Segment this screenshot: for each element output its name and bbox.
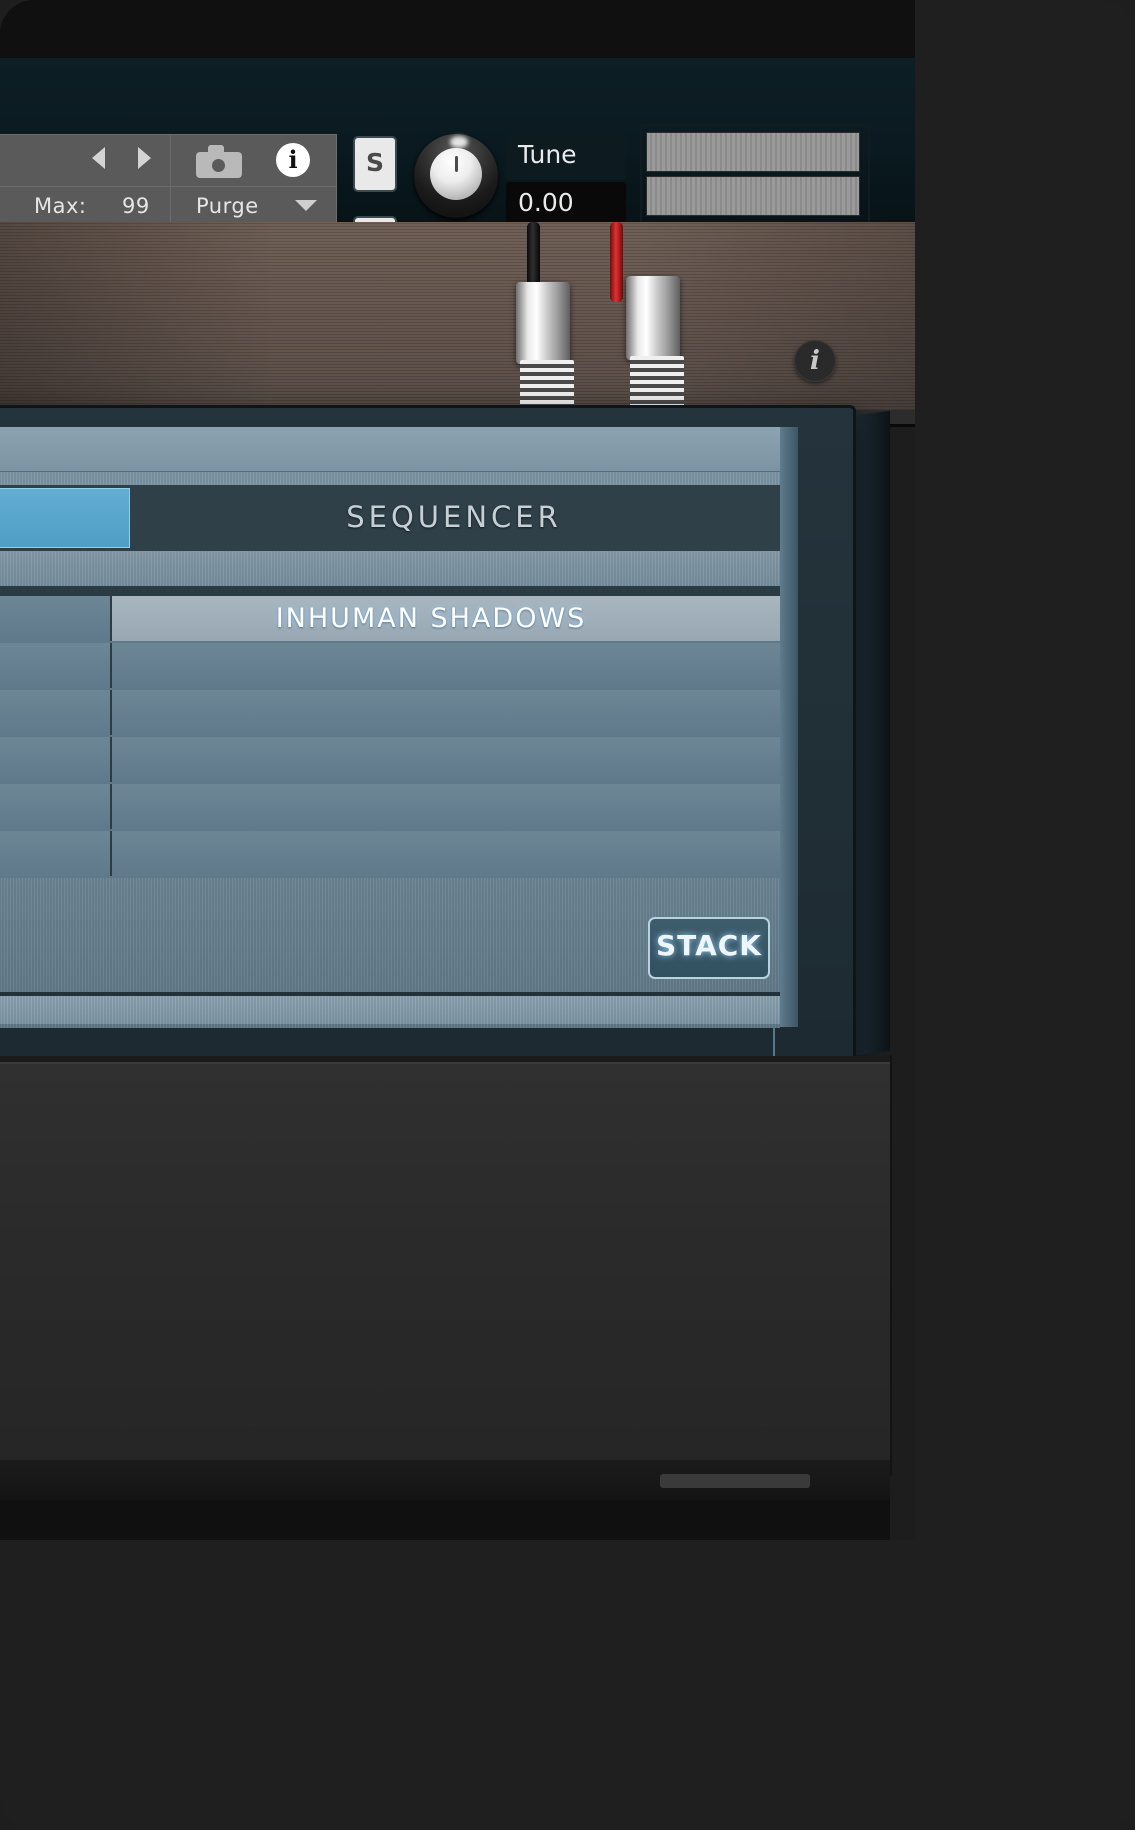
tune-label: Tune xyxy=(518,140,577,169)
row-index-cell xyxy=(0,690,112,735)
row-name-cell[interactable] xyxy=(112,737,780,782)
row-name xyxy=(112,831,750,876)
sequencer-list: INHUMAN SHADOWS xyxy=(0,596,780,880)
next-preset-button[interactable] xyxy=(138,147,164,173)
lower-bottom-handle[interactable] xyxy=(660,1474,810,1488)
prev-preset-button[interactable] xyxy=(92,147,118,173)
stack-button[interactable]: STACK xyxy=(648,917,770,979)
left-arrow-icon xyxy=(92,147,105,169)
row-name xyxy=(112,690,750,735)
row-name xyxy=(112,737,750,782)
row-name xyxy=(112,784,750,829)
sequencer-subrail xyxy=(0,551,780,591)
screenshot-root: i Max: 99 55.18 MB Purge S M Tune 0.00 xyxy=(0,0,1135,1830)
tune-value: 0.00 xyxy=(518,188,574,217)
row-name-cell[interactable]: INHUMAN SHADOWS xyxy=(112,596,780,641)
table-row[interactable] xyxy=(0,643,780,692)
max-label: Max: xyxy=(34,194,87,218)
table-row[interactable] xyxy=(0,831,780,880)
max-value: 99 xyxy=(122,194,150,218)
snapshot-camera-button[interactable] xyxy=(196,144,242,178)
row-name: INHUMAN SHADOWS xyxy=(275,603,587,634)
row-name-cell[interactable] xyxy=(112,784,780,829)
plug-left-barrel xyxy=(516,282,570,364)
tune-knob[interactable] xyxy=(414,134,498,218)
sequencer-bottom-rail xyxy=(0,996,780,1024)
purge-label: Purge xyxy=(196,194,259,218)
row-index-cell xyxy=(0,831,112,876)
rack-wood-shading xyxy=(0,222,915,422)
row-name-cell[interactable] xyxy=(112,643,780,688)
solo-button[interactable]: S xyxy=(353,136,397,192)
rack-info-button[interactable]: i xyxy=(794,340,836,382)
sequencer-title: SEQUENCER xyxy=(346,500,562,534)
row-index-cell xyxy=(0,643,112,688)
output-meter-frame xyxy=(640,124,870,226)
purge-dropdown-button[interactable] xyxy=(295,200,317,214)
plug-right-thread xyxy=(630,356,684,412)
table-row[interactable] xyxy=(0,784,780,833)
cable-red xyxy=(610,222,623,302)
row-index-cell xyxy=(0,784,112,829)
info-icon: i xyxy=(288,145,298,174)
sequencer-top-rail xyxy=(0,427,780,472)
row-name-cell[interactable] xyxy=(112,690,780,735)
plug-right-barrel xyxy=(626,276,680,360)
background-right xyxy=(915,0,1135,1830)
table-row[interactable]: INHUMAN SHADOWS xyxy=(0,596,780,645)
right-arrow-icon xyxy=(138,147,151,169)
sequencer-subrail-shadow xyxy=(0,586,780,596)
chevron-down-icon xyxy=(295,200,317,211)
instrument-header: i Max: 99 55.18 MB Purge S M Tune 0.00 xyxy=(0,0,915,278)
table-row[interactable] xyxy=(0,690,780,739)
row-name-cell[interactable] xyxy=(112,831,780,876)
row-name xyxy=(112,643,750,688)
sequencer-scrollbar[interactable] xyxy=(780,427,798,1027)
row-index-cell xyxy=(0,596,112,641)
table-row[interactable] xyxy=(0,737,780,786)
lower-bottom-well xyxy=(0,1500,890,1540)
row-index-cell xyxy=(0,737,112,782)
tab-active[interactable] xyxy=(0,488,130,548)
desktop-frame: i Max: 99 55.18 MB Purge S M Tune 0.00 xyxy=(0,0,1135,1830)
lower-panel: PITCH ENV GLIDE OFFSET REVERSE CHAOS STR… xyxy=(0,1062,890,1464)
header-info-button[interactable]: i xyxy=(276,143,310,177)
